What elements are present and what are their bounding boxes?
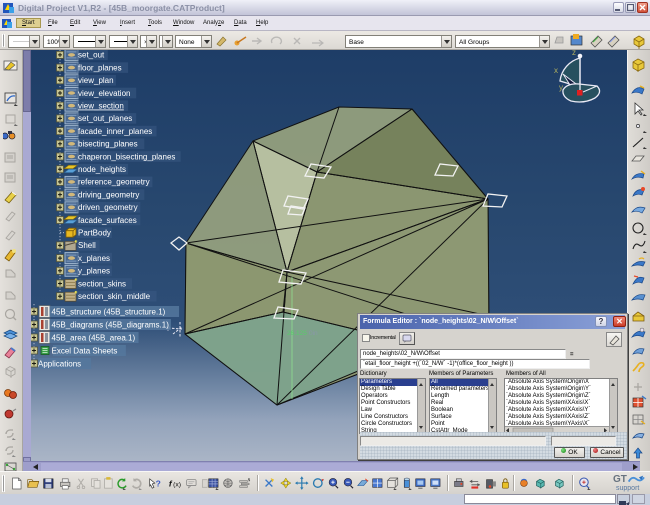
svg-text:26.125: 26.125 xyxy=(287,330,307,337)
svg-text:driven_geometry: driven_geometry xyxy=(78,203,138,212)
svg-text:Applications: Applications xyxy=(38,359,81,368)
svg-text:chaperon_bisecting_planes: chaperon_bisecting_planes xyxy=(78,152,175,161)
svg-text:floor_planes: floor_planes xyxy=(78,63,122,72)
svg-text:y: y xyxy=(559,83,563,92)
svg-text:?: ? xyxy=(156,478,161,488)
svg-text:x_planes: x_planes xyxy=(78,254,110,263)
svg-text:set_out: set_out xyxy=(78,51,105,60)
svg-text:section_skin_middle: section_skin_middle xyxy=(78,292,151,301)
svg-text:45B_area (45B_area.1): 45B_area (45B_area.1) xyxy=(52,333,136,342)
svg-text:45B_structure (45B_structure.1: 45B_structure (45B_structure.1) xyxy=(52,307,166,316)
svg-text:Shell: Shell xyxy=(78,241,96,250)
svg-text:node_heights: node_heights xyxy=(78,165,126,174)
svg-text:reference_geometry: reference_geometry xyxy=(78,178,150,187)
svg-text:x: x xyxy=(554,66,558,75)
svg-text:y_planes: y_planes xyxy=(78,267,110,276)
svg-text:driving_geometry: driving_geometry xyxy=(78,190,139,199)
svg-text:bisecting_planes: bisecting_planes xyxy=(78,140,138,149)
svg-text:view_plan: view_plan xyxy=(78,76,114,85)
svg-text:45B_diagrams (45B_diagrams.1): 45B_diagrams (45B_diagrams.1) xyxy=(52,320,170,329)
svg-text:PartBody: PartBody xyxy=(78,229,111,238)
svg-text:facade_inner_planes: facade_inner_planes xyxy=(78,127,152,136)
svg-text:view_elevation: view_elevation xyxy=(78,89,130,98)
svg-text:0in: 0in xyxy=(309,330,318,337)
svg-text:z: z xyxy=(572,50,576,57)
svg-text:(x): (x) xyxy=(173,481,181,488)
svg-text:view_section: view_section xyxy=(78,102,124,111)
svg-text:section_skins: section_skins xyxy=(78,279,126,288)
svg-text:facade_surfaces: facade_surfaces xyxy=(78,216,137,225)
svg-text:Excel Data Sheets: Excel Data Sheets xyxy=(52,346,118,355)
svg-text:set_out_planes: set_out_planes xyxy=(78,114,132,123)
